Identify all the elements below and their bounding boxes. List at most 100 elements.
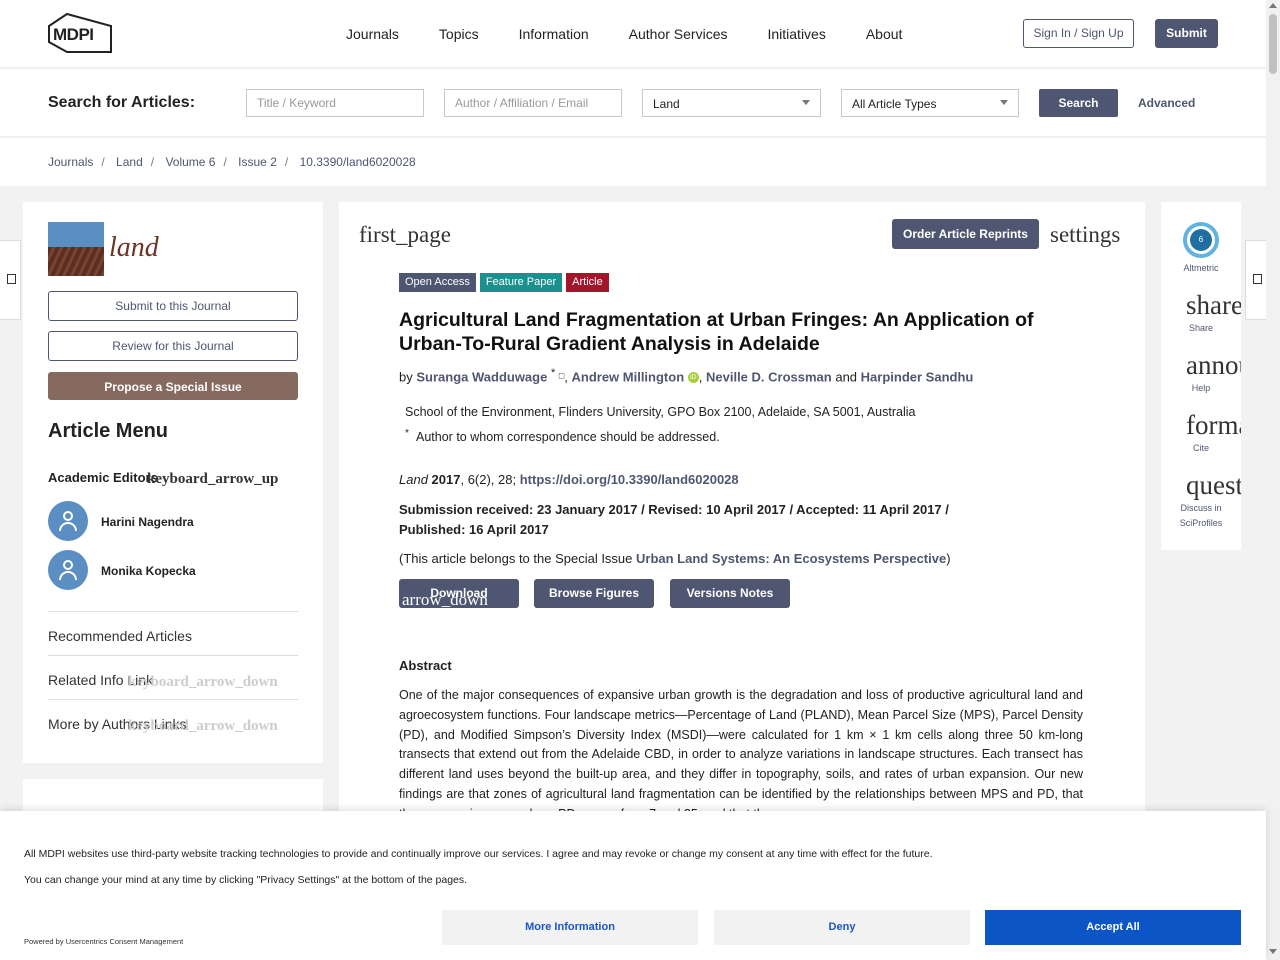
keyboard-arrow-up-icon[interactable]: keyboard_arrow_up (147, 471, 278, 488)
abstract-heading: Abstract (399, 658, 452, 673)
versions-notes-button[interactable]: Versions Notes (670, 579, 790, 608)
cite-journal: Land (399, 472, 428, 487)
corresponding-text: Author to whom correspondence should be … (416, 430, 720, 445)
main-nav: Journals Topics Information Author Servi… (346, 26, 942, 42)
article-type-select[interactable]: All Article Types (841, 89, 1019, 117)
right-rail: 6 Altmetric share Share announcement Hel… (1161, 202, 1241, 550)
crumb-separator: / (284, 155, 289, 169)
author-list: by Suranga Wadduwage * □, Andrew Milling… (399, 367, 974, 385)
crumb-issue[interactable]: Issue 2 (238, 155, 277, 169)
first-page-icon[interactable]: first_page (359, 222, 451, 248)
question-answer-icon[interactable]: question_answer (1186, 470, 1241, 501)
doi-link[interactable]: https://doi.org/10.3390/land6020028 (520, 472, 739, 487)
article-badges: Open Access Feature Paper Article (399, 273, 613, 292)
search-button[interactable]: Search (1039, 89, 1118, 117)
and-label: and (835, 369, 858, 385)
nav-initiatives[interactable]: Initiatives (767, 26, 825, 42)
crumb-land[interactable]: Land (116, 155, 143, 169)
nav-topics[interactable]: Topics (439, 26, 479, 42)
review-for-journal-button[interactable]: Review for this Journal (48, 331, 298, 361)
journal-name[interactable]: land (109, 232, 159, 264)
affiliation: School of the Environment, Flinders Univ… (405, 405, 916, 419)
order-reprints-button[interactable]: Order Article Reprints (892, 219, 1039, 249)
editor-item[interactable]: Harini Nagendra (48, 501, 298, 541)
author-affiliation-input[interactable]: Author / Affiliation / Email (444, 89, 622, 117)
page-scrollbar[interactable] (1266, 0, 1280, 960)
dropdown-arrow-icon (802, 100, 810, 105)
right-side-tab[interactable] (1245, 240, 1266, 320)
discuss-label[interactable]: Discuss in SciProfiles (1171, 501, 1231, 531)
share-label[interactable]: Share (1161, 321, 1241, 336)
nav-about[interactable]: About (866, 26, 903, 42)
left-side-tab[interactable] (0, 240, 21, 320)
author-link[interactable]: Neville D. Crossman (706, 369, 832, 384)
title-keyword-input[interactable]: Title / Keyword (246, 89, 424, 117)
scroll-thumb[interactable] (1269, 14, 1277, 74)
announcement-icon[interactable]: announcement (1186, 350, 1241, 381)
related-info-link[interactable]: Related Info Link keyboard_arrow_down (48, 655, 298, 699)
accept-all-button[interactable]: Accept All (985, 910, 1241, 945)
browse-figures-button[interactable]: Browse Figures (534, 579, 654, 608)
academic-editors-heading[interactable]: Academic Editors (48, 470, 158, 485)
altmetric-label[interactable]: Altmetric (1161, 263, 1241, 273)
nav-journals[interactable]: Journals (346, 26, 399, 42)
logo-soil (48, 247, 104, 276)
article-title: Agricultural Land Fragmentation at Urban… (399, 309, 1034, 355)
avatar (48, 501, 88, 541)
scroll-down-icon[interactable] (1269, 949, 1277, 954)
consent-text-2: You can change your mind at any time by … (24, 874, 468, 886)
consent-powered-by[interactable]: Powered by Usercentrics Consent Manageme… (24, 937, 183, 946)
keyboard-arrow-down-icon: keyboard_arrow_down (128, 718, 278, 734)
search-label: Search for Articles: (48, 94, 196, 111)
logo-text: MDPI (53, 25, 94, 44)
crumb-journals[interactable]: Journals (48, 155, 93, 169)
crumb-separator: / (150, 155, 155, 169)
scroll-up-icon[interactable] (1269, 3, 1277, 8)
editor-name: Monika Kopecka (101, 564, 196, 578)
crumb-volume[interactable]: Volume 6 (165, 155, 215, 169)
crumb-doi[interactable]: 10.3390/land6020028 (300, 155, 416, 169)
altmetric-score: 6 (1190, 229, 1212, 251)
author-link[interactable]: Harpinder Sandhu (861, 369, 974, 384)
recommended-articles-link[interactable]: Recommended Articles (48, 611, 298, 655)
more-information-button[interactable]: More Information (442, 910, 698, 945)
share-icon[interactable]: share (1186, 290, 1241, 321)
editor-item[interactable]: Monika Kopecka (48, 550, 298, 590)
avatar (48, 550, 88, 590)
help-label[interactable]: Help (1161, 381, 1241, 396)
orcid-icon[interactable]: iD (687, 372, 699, 384)
format-quote-icon[interactable]: format_quote (1186, 410, 1241, 441)
consent-text: All MDPI websites use third-party websit… (24, 848, 933, 860)
open-access-badge[interactable]: Open Access (399, 273, 476, 292)
nav-author-services[interactable]: Author Services (629, 26, 728, 42)
altmetric-badge[interactable]: 6 (1183, 222, 1219, 258)
corresponding-author-mark: * (550, 367, 556, 379)
mdpi-logo[interactable]: MDPI (47, 12, 113, 56)
author-link[interactable]: Suranga Wadduwage (416, 369, 547, 384)
journal-select[interactable]: Land (642, 89, 821, 117)
author-link[interactable]: Andrew Millington (571, 369, 684, 384)
land-journal-logo[interactable] (48, 222, 104, 276)
belongs-suffix: ) (946, 551, 951, 566)
propose-special-issue-button[interactable]: Propose a Special Issue (48, 372, 298, 400)
by-label: by (399, 369, 413, 385)
row-label: Recommended Articles (48, 628, 192, 644)
cite-label[interactable]: Cite (1161, 441, 1241, 456)
feature-paper-badge[interactable]: Feature Paper (479, 273, 563, 292)
deny-button[interactable]: Deny (714, 910, 970, 945)
email-icon[interactable]: □ (559, 370, 564, 380)
submit-to-journal-button[interactable]: Submit to this Journal (48, 291, 298, 321)
submit-button[interactable]: Submit (1155, 19, 1218, 48)
logo-sky (48, 222, 104, 247)
corresponding-note: * Author to whom correspondence should b… (405, 428, 720, 444)
download-button[interactable]: Download arrow_down (399, 579, 519, 609)
nav-information[interactable]: Information (519, 26, 589, 42)
advanced-search-link[interactable]: Advanced (1138, 96, 1195, 110)
special-issue-link[interactable]: Urban Land Systems: An Ecosystems Perspe… (636, 551, 946, 566)
sign-in-button[interactable]: Sign In / Sign Up (1023, 19, 1134, 48)
more-by-authors-link[interactable]: More by Authors Links keyboard_arrow_dow… (48, 699, 298, 743)
cite-year: 2017 (431, 472, 461, 487)
article-type-badge: Article (566, 273, 609, 292)
breadcrumb-bar: Journals / Land / Volume 6 / Issue 2 / 10.33… (0, 138, 1266, 186)
settings-icon[interactable]: settings (1050, 222, 1120, 248)
